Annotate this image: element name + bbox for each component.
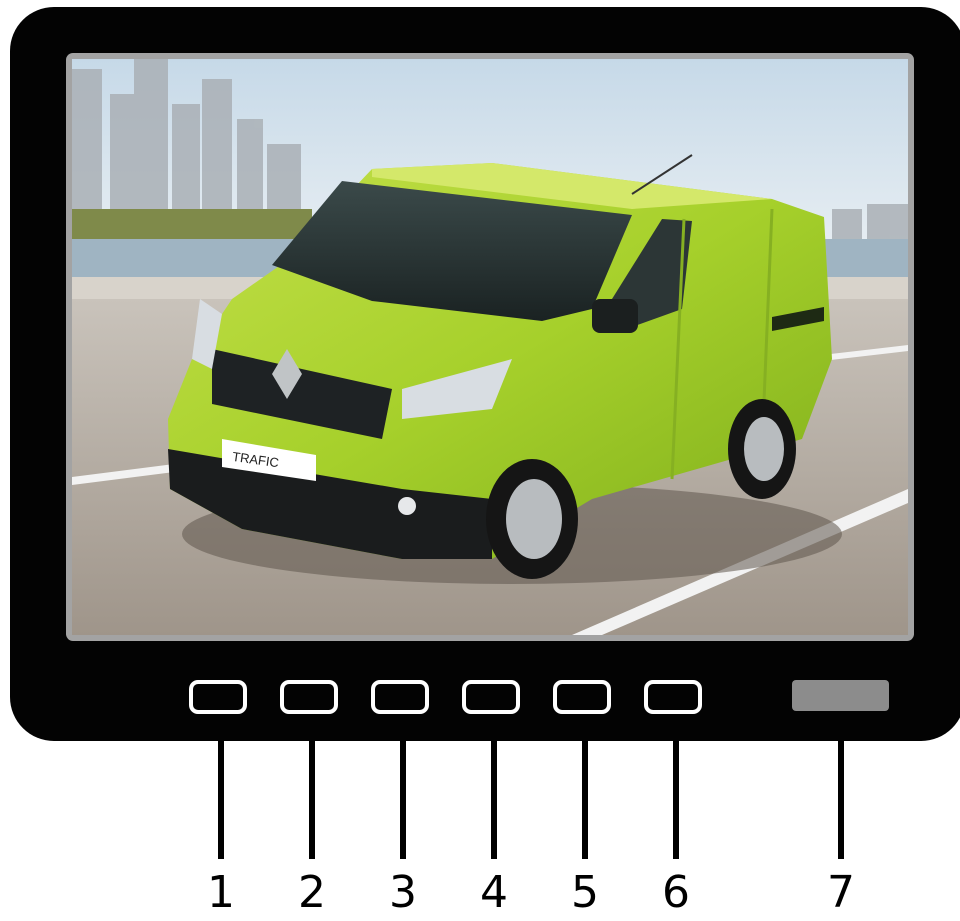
indicator-7 xyxy=(792,680,889,711)
screen-image: TRAFIC xyxy=(72,59,908,635)
callout-number-2: 2 xyxy=(298,867,326,918)
callout-number-5: 5 xyxy=(571,867,599,918)
leader-line-7 xyxy=(838,741,844,859)
callout-number-7: 7 xyxy=(827,867,855,918)
leader-line-6 xyxy=(673,741,679,859)
front-wheel xyxy=(486,459,578,579)
button-3[interactable] xyxy=(371,680,429,714)
leader-line-1 xyxy=(218,741,224,859)
callout-number-1: 1 xyxy=(207,867,235,918)
rear-wheel xyxy=(728,399,796,499)
button-4[interactable] xyxy=(462,680,520,714)
callout-number-6: 6 xyxy=(662,867,690,918)
button-2[interactable] xyxy=(280,680,338,714)
callout-number-3: 3 xyxy=(389,867,417,918)
callout-number-4: 4 xyxy=(480,867,508,918)
shore-trees xyxy=(72,209,312,239)
button-6[interactable] xyxy=(644,680,702,714)
leader-line-5 xyxy=(582,741,588,859)
button-1[interactable] xyxy=(189,680,247,714)
leader-line-4 xyxy=(491,741,497,859)
monitor-screen: TRAFIC xyxy=(66,53,914,641)
leader-line-2 xyxy=(309,741,315,859)
van-mirror xyxy=(592,299,638,333)
leader-line-3 xyxy=(400,741,406,859)
button-5[interactable] xyxy=(553,680,611,714)
